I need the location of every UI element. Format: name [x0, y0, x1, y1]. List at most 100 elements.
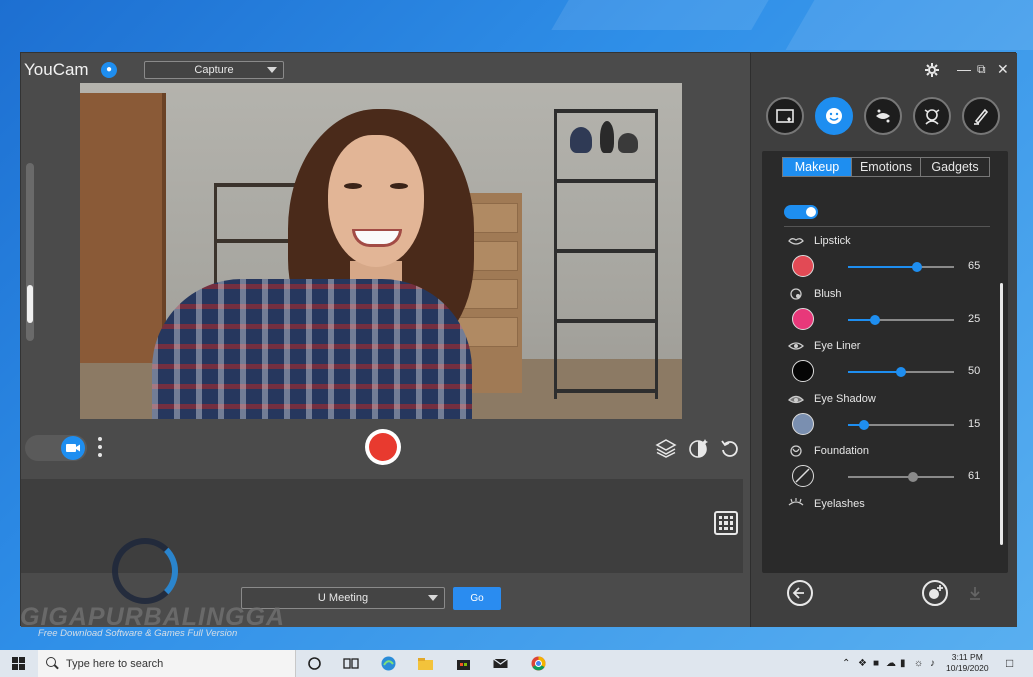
mail-icon[interactable] [492, 655, 509, 672]
video-camera-icon [66, 444, 80, 452]
clock-date: 10/19/2020 [946, 663, 989, 673]
avatar-effect-icon[interactable] [913, 97, 951, 135]
store-icon[interactable] [455, 655, 472, 672]
tab-emotions[interactable]: Emotions [852, 158, 921, 176]
intensity-value: 15 [968, 417, 981, 430]
intensity-value: 61 [968, 470, 981, 482]
edge-icon[interactable] [380, 655, 397, 672]
search-icon [46, 657, 56, 667]
color-swatch[interactable] [792, 360, 814, 382]
intensity-slider[interactable] [848, 262, 954, 272]
watermark-subtitle: Free Download Software & Games Full Vers… [38, 628, 238, 639]
add-effect-button[interactable] [922, 580, 948, 606]
intensity-slider[interactable] [848, 472, 954, 482]
file-explorer-icon[interactable] [417, 655, 434, 672]
gear-icon[interactable] [924, 62, 940, 78]
grid-view-icon[interactable] [714, 511, 738, 535]
slider-thumb[interactable] [911, 262, 922, 272]
makeup-label: Eye Shadow [814, 392, 876, 405]
camera-preview [80, 83, 682, 419]
tab-gadgets[interactable]: Gadgets [921, 158, 989, 176]
mode-select[interactable]: Capture [144, 61, 284, 79]
notification-bell-icon[interactable]: ● [101, 62, 117, 78]
frames-icon[interactable] [766, 97, 804, 135]
makeup-row-eye-shadow: Eye Shadow 15 [782, 393, 992, 443]
particles-icon[interactable] [864, 97, 902, 135]
mode-select-value: Capture [194, 64, 234, 76]
intensity-value: 65 [968, 260, 981, 272]
makeup-row-eye-liner: Eye Liner 50 [782, 340, 992, 390]
makeup-row-foundation: Foundation 61 [782, 445, 992, 495]
restore-icon[interactable]: ⧉ [977, 62, 986, 77]
makeup-label: Eye Liner [814, 340, 861, 352]
close-icon[interactable]: ✕ [997, 61, 1009, 78]
more-options-icon[interactable] [97, 437, 103, 459]
zoom-slider-handle[interactable] [27, 285, 33, 323]
effects-pane: — ⧉ ✕ Makeup Emotions Gadgets Lipstick 65 [750, 53, 1017, 627]
makeup-row-lipstick: Lipstick 65 [782, 235, 992, 285]
zoom-slider[interactable] [26, 163, 34, 341]
go-button[interactable]: Go [453, 587, 501, 610]
add-face-icon [929, 585, 943, 599]
color-swatch[interactable] [792, 412, 814, 435]
slider-thumb[interactable] [869, 314, 880, 325]
taskbar-search[interactable]: Type here to search [38, 650, 296, 677]
brush-icon[interactable] [962, 97, 1000, 135]
chevron-down-icon [267, 67, 277, 73]
effects-tabs: Makeup Emotions Gadgets [782, 157, 990, 177]
color-swatch[interactable] [792, 255, 814, 277]
tab-makeup[interactable]: Makeup [783, 158, 852, 176]
chevron-down-icon [428, 595, 438, 601]
tray-chevron-up-icon[interactable]: ⌃ [842, 658, 850, 669]
volume-icon[interactable]: ♪ [930, 658, 935, 669]
taskbar-search-placeholder: Type here to search [66, 658, 164, 670]
cortana-icon[interactable] [306, 655, 323, 672]
onedrive-icon[interactable]: ☁ [886, 658, 896, 669]
dropbox-icon[interactable]: ❖ [858, 658, 867, 669]
lips-icon [788, 238, 804, 245]
minimize-icon[interactable]: — [957, 61, 971, 77]
download-icon[interactable] [967, 585, 983, 601]
record-button[interactable] [365, 429, 401, 465]
windows-start-icon[interactable] [12, 657, 25, 670]
youcam-window: YouCam ● Capture U Meeting Go — ⧉ ✕ Make… [20, 52, 1017, 627]
intensity-value: 50 [968, 365, 981, 377]
notification-center-icon[interactable]: □ [1006, 656, 1013, 670]
battery-icon[interactable]: ▮ [900, 658, 906, 669]
face-effect-icon[interactable] [687, 437, 709, 459]
blush-icon [790, 287, 802, 300]
makeup-label: Blush [814, 287, 842, 300]
slider-thumb[interactable] [907, 472, 918, 482]
tray-app-icon[interactable]: ■ [873, 658, 879, 669]
makeup-label: Foundation [814, 445, 870, 457]
beauty-face-icon[interactable] [815, 97, 853, 135]
intensity-slider[interactable] [848, 367, 954, 377]
foundation-icon [790, 445, 802, 457]
eye-liner-icon [788, 342, 804, 350]
intensity-slider[interactable] [848, 419, 954, 430]
taskbar-clock[interactable]: 3:11 PM 10/19/2020 [946, 652, 989, 674]
watermark-logo-icon [112, 538, 178, 604]
app-title: YouCam [24, 60, 89, 79]
arrow-left-icon [792, 587, 804, 599]
color-swatch[interactable] [792, 307, 814, 330]
undo-icon[interactable] [719, 437, 741, 459]
windows-taskbar: Type here to search ⌃ ❖ ■ ☁ ▮ ☼ ♪ 3:11 P… [0, 650, 1033, 677]
makeup-row-eyelashes: Eyelashes [782, 497, 992, 548]
intensity-slider[interactable] [848, 314, 954, 325]
color-swatch[interactable] [792, 465, 814, 487]
layers-icon[interactable] [655, 437, 677, 459]
back-button[interactable] [787, 580, 813, 606]
makeup-enable-toggle[interactable] [784, 205, 818, 219]
makeup-row-blush: Blush 25 [782, 288, 992, 338]
meeting-app-select-value: U Meeting [317, 592, 369, 604]
video-mode-toggle[interactable] [25, 435, 87, 461]
task-view-icon[interactable] [342, 655, 359, 672]
panel-scrollbar[interactable] [1000, 283, 1003, 545]
intensity-value: 25 [968, 312, 981, 325]
makeup-label: Eyelashes [814, 497, 865, 510]
slider-thumb[interactable] [896, 367, 906, 377]
chrome-icon[interactable] [530, 655, 547, 672]
slider-thumb[interactable] [858, 419, 869, 430]
wifi-icon[interactable]: ☼ [914, 658, 923, 669]
